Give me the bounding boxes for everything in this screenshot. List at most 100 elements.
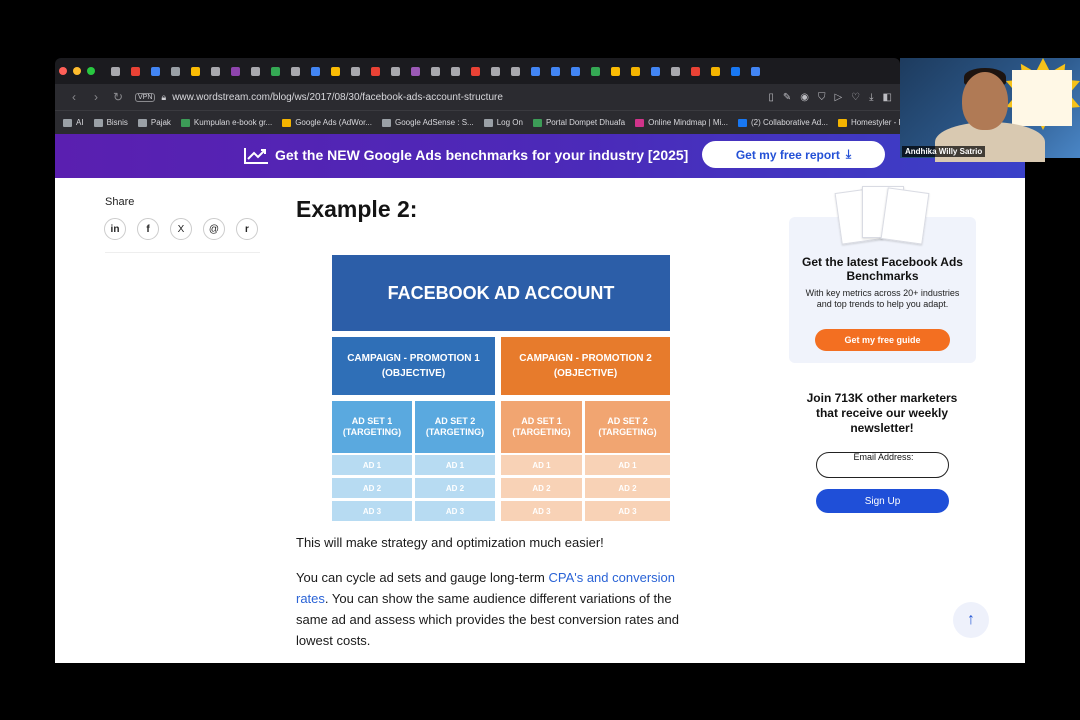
sidebar-icon[interactable]: ◧: [883, 92, 892, 103]
bookmark-item[interactable]: Log On: [483, 118, 523, 127]
divider: [105, 252, 260, 253]
get-free-report-button[interactable]: Get my free report ⤓: [702, 141, 885, 168]
browser-tab[interactable]: [545, 63, 565, 79]
email-label: Email Address:: [853, 452, 914, 462]
reader-icon[interactable]: ▯: [768, 92, 774, 103]
ad-cell: AD 1: [501, 455, 582, 475]
play-icon[interactable]: ▷: [834, 92, 842, 103]
email-icon[interactable]: @: [203, 218, 225, 240]
facebook-icon[interactable]: f: [137, 218, 159, 240]
browser-tab[interactable]: [225, 63, 245, 79]
favicon-icon: [570, 66, 580, 76]
browser-tab[interactable]: [305, 63, 325, 79]
favicon-icon: [430, 66, 440, 76]
browser-tab[interactable]: [525, 63, 545, 79]
shield-icon[interactable]: ⛉: [818, 92, 826, 103]
browser-tab[interactable]: [205, 63, 225, 79]
tab-strip[interactable]: [105, 63, 765, 79]
browser-tab[interactable]: [625, 63, 645, 79]
browser-tab[interactable]: [445, 63, 465, 79]
browser-tab[interactable]: [705, 63, 725, 79]
bookmark-item[interactable]: Portal Dompet Dhuafa: [532, 118, 625, 127]
browser-tab[interactable]: [125, 63, 145, 79]
campaign-1-name: CAMPAIGN - PROMOTION 1: [347, 353, 480, 364]
browser-tab[interactable]: [605, 63, 625, 79]
browser-tab[interactable]: [145, 63, 165, 79]
favicon-icon: [210, 66, 220, 76]
edit-icon[interactable]: ✎: [783, 92, 791, 103]
favicon-icon: [650, 66, 660, 76]
browser-tab[interactable]: [385, 63, 405, 79]
browser-tab[interactable]: [265, 63, 285, 79]
bookmark-item[interactable]: AI: [63, 118, 84, 127]
browser-tab[interactable]: [245, 63, 265, 79]
browser-tab[interactable]: [345, 63, 365, 79]
browser-tab[interactable]: [285, 63, 305, 79]
browser-tab[interactable]: [665, 63, 685, 79]
favicon-icon: [635, 118, 645, 127]
bookmark-item[interactable]: Online Mindmap | Mi...: [635, 118, 728, 127]
paragraph-text: . You can show the same audience differe…: [296, 591, 679, 648]
share-icons: in f X @ r: [104, 218, 258, 240]
browser-tab[interactable]: [645, 63, 665, 79]
browser-tab[interactable]: [745, 63, 765, 79]
browser-tab[interactable]: [465, 63, 485, 79]
ad-cell: AD 3: [332, 501, 412, 521]
favicon-icon: [390, 66, 400, 76]
browser-tab[interactable]: [365, 63, 385, 79]
favicon-icon: [270, 66, 280, 76]
browser-tab[interactable]: [185, 63, 205, 79]
url-field[interactable]: www.wordstream.com/blog/ws/2017/08/30/fa…: [172, 92, 768, 103]
camera-icon[interactable]: ◉: [800, 92, 809, 103]
browser-tab[interactable]: [565, 63, 585, 79]
bookmark-item[interactable]: Bisnis: [93, 118, 128, 127]
ad-cell: AD 1: [332, 455, 412, 475]
get-free-guide-button[interactable]: Get my free guide: [815, 329, 950, 351]
webcam-name-label: Andhika Willy Satrio: [902, 146, 986, 157]
linkedin-icon[interactable]: in: [104, 218, 126, 240]
sign-up-button[interactable]: Sign Up: [816, 489, 949, 513]
bookmark-item[interactable]: (2) Collaborative Ad...: [738, 118, 828, 127]
minimize-window-button[interactable]: [73, 67, 81, 75]
favicon-icon: [250, 66, 260, 76]
email-field[interactable]: Email Address:: [816, 452, 949, 478]
bookmark-item[interactable]: Kumpulan e-book gr...: [180, 118, 272, 127]
maximize-window-button[interactable]: [87, 67, 95, 75]
favicon-icon: [350, 66, 360, 76]
bookmark-item[interactable]: Google Ads (AdWor...: [282, 118, 372, 127]
download-icon[interactable]: ⤓: [869, 92, 873, 103]
bookmark-item[interactable]: Google AdSense : S...: [381, 118, 474, 127]
x-icon[interactable]: X: [170, 218, 192, 240]
browser-tab[interactable]: [725, 63, 745, 79]
browser-tab[interactable]: [405, 63, 425, 79]
campaign-1-box: CAMPAIGN - PROMOTION 1 (OBJECTIVE): [332, 337, 495, 395]
browser-tab[interactable]: [105, 63, 125, 79]
browser-tab[interactable]: [585, 63, 605, 79]
diagram-title: FACEBOOK AD ACCOUNT: [332, 255, 670, 331]
bookmark-item[interactable]: Pajak: [137, 118, 171, 127]
webcam-background-poster: [1012, 70, 1072, 126]
favicon-icon: [310, 66, 320, 76]
browser-tab[interactable]: [485, 63, 505, 79]
browser-tab[interactable]: [505, 63, 525, 79]
paragraph-text: You can cycle ad sets and gauge long-ter…: [296, 570, 549, 585]
folder-icon: [93, 118, 103, 127]
browser-tab[interactable]: [165, 63, 185, 79]
browser-tab[interactable]: [425, 63, 445, 79]
back-icon[interactable]: ‹: [63, 90, 85, 104]
heart-icon[interactable]: ♡: [851, 92, 860, 103]
browser-tab[interactable]: [325, 63, 345, 79]
vpn-badge[interactable]: VPN: [135, 92, 156, 102]
scroll-to-top-button[interactable]: ↑: [953, 602, 989, 638]
browser-tab[interactable]: [685, 63, 705, 79]
ad-cell: AD 1: [415, 455, 495, 475]
favicon-icon: [190, 66, 200, 76]
forward-icon[interactable]: ›: [85, 90, 107, 104]
reddit-icon[interactable]: r: [236, 218, 258, 240]
article-paragraph-1: This will make strategy and optimization…: [296, 535, 604, 550]
guide-title: Get the latest Facebook Ads Benchmarks: [802, 255, 963, 283]
bookmark-label: Bisnis: [106, 118, 128, 127]
reload-icon[interactable]: ↻: [107, 90, 129, 104]
close-window-button[interactable]: [59, 67, 67, 75]
window-controls: [59, 67, 95, 75]
